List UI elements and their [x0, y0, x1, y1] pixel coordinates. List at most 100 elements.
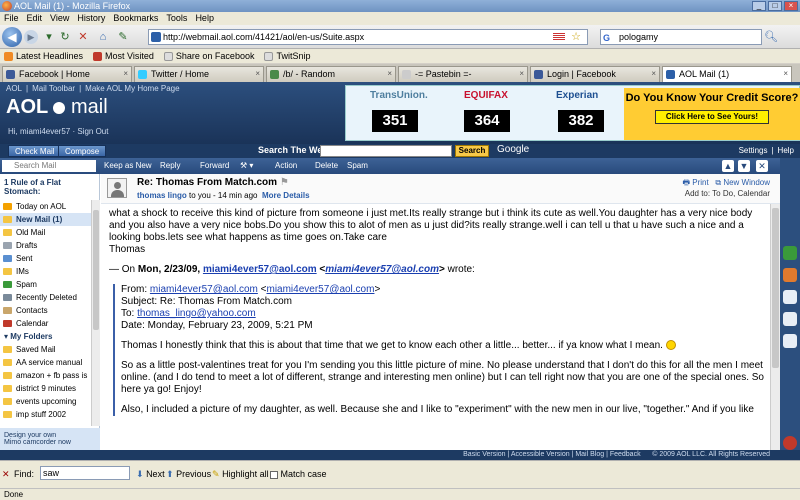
more-details-link[interactable]: More Details [262, 191, 310, 200]
reload-icon[interactable]: ↻ [58, 30, 72, 44]
spam-button[interactable]: Spam [347, 160, 368, 172]
credit-score-ad[interactable]: TransUnion. EQUIFAX Experian 351 364 382… [345, 85, 800, 141]
tab-4[interactable]: Login | Facebook × [530, 66, 660, 82]
tab-close-icon[interactable]: × [783, 67, 788, 81]
menu-view[interactable]: View [50, 12, 69, 25]
folder-item[interactable]: imp stuff 2002 [0, 408, 92, 421]
contacts-icon[interactable] [783, 290, 797, 304]
stop-icon[interactable]: ✕ [76, 30, 90, 44]
sidebar-tip-link[interactable]: 1 Rule of a Flat Stomach: [0, 174, 100, 196]
find-previous-button[interactable]: ⬆ Previous [166, 469, 211, 480]
compose-button[interactable]: Compose [58, 145, 107, 157]
my-folders-header[interactable]: ▾ My Folders [0, 330, 92, 343]
find-next-button[interactable]: ⬇ Next [136, 469, 165, 480]
back-arrow-icon[interactable]: ◀ [2, 27, 22, 47]
close-message-icon[interactable]: ✕ [756, 160, 768, 172]
bookmark-twitsnip[interactable]: TwitSnip [264, 49, 310, 63]
magnifier-icon[interactable]: 🔍︎ [764, 30, 778, 43]
folder-item[interactable]: Today on AOL [0, 200, 92, 213]
tab-3[interactable]: -= Pastebin =- × [398, 66, 528, 82]
footer-links[interactable]: Basic Version | Accessible Version | Mai… [463, 451, 640, 458]
browser-search-input[interactable]: G pologamy [600, 29, 762, 45]
new-window-link[interactable]: New Window [723, 178, 770, 187]
minimize-button[interactable]: _ [752, 1, 766, 11]
menu-file[interactable]: File [4, 12, 19, 25]
bookmark-star-icon[interactable]: ☆ [571, 30, 581, 44]
maximize-button[interactable]: □ [768, 1, 782, 11]
folder-item[interactable]: Drafts [0, 239, 92, 252]
link-aol[interactable]: AOL [6, 84, 22, 93]
search-web-input[interactable] [320, 145, 452, 157]
menu-bookmarks[interactable]: Bookmarks [113, 12, 158, 25]
close-find-icon[interactable]: ✕ [2, 469, 10, 480]
check-mail-button[interactable]: Check Mail [8, 145, 62, 157]
tab-close-icon[interactable]: × [123, 67, 128, 81]
bookmark-latest-headlines[interactable]: Latest Headlines [4, 49, 83, 63]
quote-email-link[interactable]: miami4ever57@aol.com [203, 264, 317, 275]
search-mail-input[interactable]: Search Mail [2, 160, 96, 172]
forward-button[interactable]: Forward [200, 160, 229, 172]
im-icon[interactable] [783, 268, 797, 282]
message-scrollbar[interactable] [770, 204, 780, 460]
message-scroll-thumb[interactable] [772, 208, 779, 368]
sidebar-scroll-thumb[interactable] [93, 210, 99, 330]
user-greeting[interactable]: Hi, miami4ever57 · Sign Out [8, 127, 108, 136]
tab-close-icon[interactable]: × [255, 67, 260, 81]
tab-close-icon[interactable]: × [651, 67, 656, 81]
action-button[interactable]: Action [275, 160, 297, 172]
quote-email-link-2[interactable]: miami4ever57@aol.com [325, 264, 439, 275]
address-bar[interactable]: http://webmail.aol.com/41421/aol/en-us/S… [148, 29, 588, 45]
link-mail-toolbar[interactable]: Mail Toolbar [32, 84, 75, 93]
calendar-icon[interactable] [783, 312, 797, 326]
menu-history[interactable]: History [77, 12, 105, 25]
forward-arrow-icon[interactable]: ▶ [24, 30, 38, 44]
folder-item[interactable]: district 9 minutes [0, 382, 92, 395]
menu-edit[interactable]: Edit [27, 12, 43, 25]
dropdown-chevron-icon[interactable]: ▾ [42, 30, 56, 44]
print-link[interactable]: Print [692, 178, 708, 187]
highlight-all-button[interactable]: ✎ Highlight all [212, 469, 269, 480]
find-input[interactable]: saw [40, 466, 130, 480]
folder-item[interactable]: Calendar [0, 317, 92, 330]
ad-cta-button[interactable]: Click Here to See Yours! [655, 110, 769, 124]
tab-close-icon[interactable]: × [387, 67, 392, 81]
menu-tools[interactable]: Tools [166, 12, 187, 25]
search-web-button[interactable]: Search [455, 145, 489, 157]
aol-mail-logo[interactable]: AOL mail [6, 96, 108, 119]
quote-to-link[interactable]: thomas_lingo@yahoo.com [137, 308, 256, 319]
menu-help[interactable]: Help [195, 12, 214, 25]
bookmark-share-on-facebook[interactable]: Share on Facebook [163, 49, 254, 63]
folder-item[interactable]: Old Mail [0, 226, 92, 239]
prev-message-icon[interactable]: ▲ [722, 160, 734, 172]
link-make-home[interactable]: Make AOL My Home Page [85, 84, 179, 93]
delete-button[interactable]: Delete [315, 160, 338, 172]
folder-item[interactable]: Saved Mail [0, 343, 92, 356]
tab-5[interactable]: AOL Mail (1) × [662, 66, 792, 82]
folder-item[interactable]: Recently Deleted [0, 291, 92, 304]
add-icon[interactable] [783, 246, 797, 260]
next-message-icon[interactable]: ▼ [738, 160, 750, 172]
quote-from-link-2[interactable]: miami4ever57@aol.com [266, 284, 374, 295]
reply-button[interactable]: Reply [160, 160, 180, 172]
folder-item[interactable]: Spam [0, 278, 92, 291]
tab-2[interactable]: /b/ - Random × [266, 66, 396, 82]
todo-icon[interactable] [783, 334, 797, 348]
tab-0[interactable]: Facebook | Home × [2, 66, 132, 82]
folder-item[interactable]: Contacts [0, 304, 92, 317]
home-icon[interactable]: ⌂ [96, 30, 110, 44]
tab-1[interactable]: Twitter / Home × [134, 66, 264, 82]
pencil-icon[interactable]: ✎ [116, 30, 130, 44]
folder-item[interactable]: Sent [0, 252, 92, 265]
add-to-todo-link[interactable]: Add to: To Do, Calendar [682, 188, 770, 199]
folder-item[interactable]: IMs [0, 265, 92, 278]
keep-as-new-button[interactable]: Keep as New [104, 160, 152, 172]
folder-item[interactable]: amazon + fb pass is [0, 369, 92, 382]
folder-item[interactable]: AA service manual [0, 356, 92, 369]
sender-name-link[interactable]: thomas lingo [137, 191, 187, 200]
printer-icon[interactable]: 🖶︎ [682, 178, 690, 187]
help-link[interactable]: Help [778, 146, 794, 155]
new-window-icon[interactable]: ⧉ [715, 178, 721, 187]
remove-icon[interactable] [783, 436, 797, 450]
bookmark-most-visited[interactable]: Most Visited [93, 49, 154, 63]
match-case-checkbox[interactable]: Match case [270, 469, 327, 479]
